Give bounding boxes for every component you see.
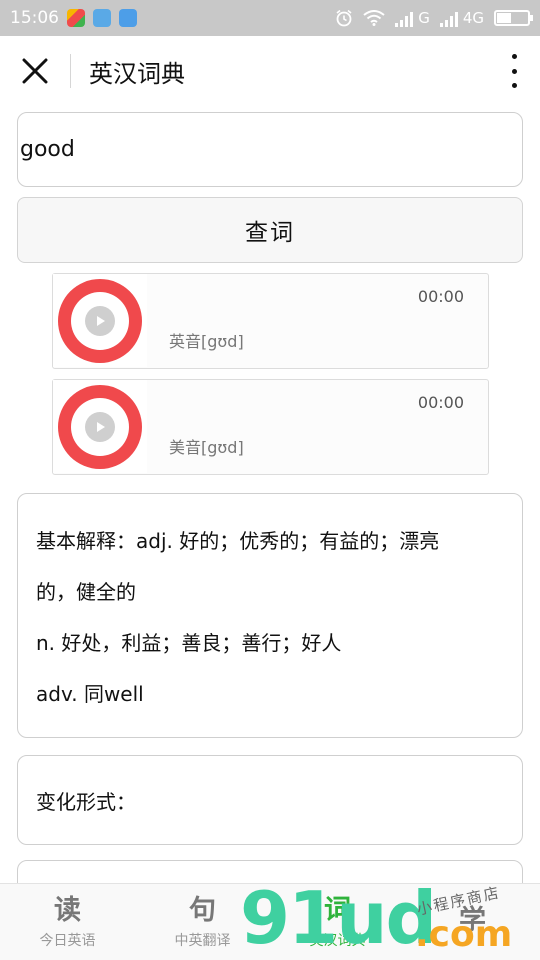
- alarm-icon: [336, 9, 352, 27]
- play-ring-icon: [58, 278, 142, 363]
- lookup-button[interactable]: 查词: [17, 197, 523, 263]
- bottom-tab-bar: 读 今日英语 句 中英翻译 词 英汉词典 学: [0, 883, 540, 960]
- play-icon: [97, 315, 105, 326]
- definition-line: adv. 同well: [36, 682, 144, 706]
- uk-audio-card: 00:00 英音[gʊd]: [52, 273, 489, 369]
- read-icon: 读: [54, 895, 81, 926]
- status-right: G 4G: [335, 9, 533, 27]
- signal-g: G: [395, 9, 430, 27]
- tab-translate[interactable]: 句 中英翻译: [135, 884, 270, 960]
- lookup-button-label: 查词: [245, 220, 295, 246]
- word-icon: 词: [324, 895, 351, 926]
- more-menu-button[interactable]: [504, 54, 524, 88]
- learn-icon: 学: [459, 905, 486, 936]
- us-audio-card: 00:00 美音[gʊd]: [52, 379, 489, 475]
- word-input-value: good: [20, 137, 75, 162]
- word-input[interactable]: good: [17, 112, 523, 187]
- signal-icon: [395, 12, 414, 27]
- tab-label: 今日英语: [39, 933, 96, 949]
- uk-pronunciation: 英音[gʊd]: [169, 332, 244, 351]
- more-dot-icon: [511, 54, 517, 59]
- status-time: 15:06: [10, 8, 59, 28]
- app-notification-icon: [67, 9, 85, 27]
- close-button[interactable]: [0, 36, 70, 106]
- sentence-icon: 句: [189, 895, 216, 926]
- us-play-button[interactable]: [53, 380, 147, 473]
- status-left: 15:06: [10, 8, 137, 28]
- clipboard-notification-icon: [119, 9, 137, 27]
- variants-panel: 变化形式：: [17, 755, 523, 845]
- page-title: 英汉词典: [89, 59, 185, 88]
- definition-line: 的，健全的: [36, 580, 136, 604]
- play-ring-icon: [58, 384, 142, 469]
- status-bar: 15:06 G 4G: [0, 0, 540, 36]
- tab-today-english[interactable]: 读 今日英语: [0, 884, 135, 960]
- definition-line: n. 好处，利益；善良；善行；好人: [36, 631, 342, 655]
- close-icon: [22, 58, 48, 84]
- variants-label: 变化形式：: [36, 789, 136, 814]
- definition-line: 基本解释：adj. 好的；优秀的；有益的；漂亮: [36, 529, 440, 553]
- play-icon: [97, 421, 105, 432]
- battery-fill: [497, 13, 511, 23]
- wifi-icon: [363, 10, 385, 26]
- tab-label: 中英翻译: [174, 933, 231, 949]
- network-type-g: G: [418, 9, 430, 27]
- us-pronunciation: 美音[gʊd]: [169, 438, 244, 457]
- uk-play-button[interactable]: [53, 274, 147, 367]
- definition-panel: 基本解释：adj. 好的；优秀的；有益的；漂亮 的，健全的 n. 好处，利益；善…: [17, 493, 523, 738]
- battery-icon: [494, 10, 533, 26]
- more-dot-icon: [511, 68, 517, 74]
- signal-icon: [439, 12, 458, 27]
- network-type-4g: 4G: [462, 9, 484, 27]
- scan-notification-icon: [93, 9, 111, 27]
- more-dot-icon: [511, 83, 517, 88]
- tab-learn[interactable]: 学: [405, 884, 540, 960]
- us-audio-time: 00:00: [417, 393, 464, 412]
- tab-dictionary[interactable]: 词 英汉词典: [270, 884, 405, 960]
- signal-4g: 4G: [439, 9, 484, 27]
- tab-label: 英汉词典: [309, 933, 366, 949]
- title-divider: [70, 54, 71, 88]
- title-bar: 英汉词典: [0, 36, 540, 106]
- uk-audio-time: 00:00: [417, 287, 464, 306]
